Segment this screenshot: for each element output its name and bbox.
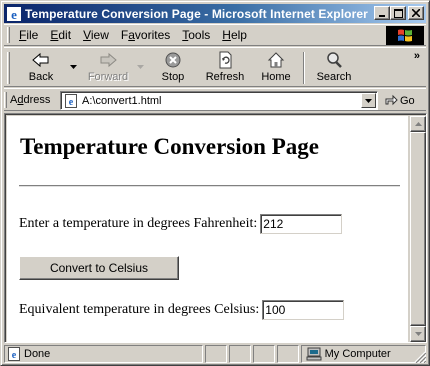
menu-file[interactable]: File	[13, 26, 44, 44]
status-panel	[228, 345, 251, 363]
address-grip	[4, 91, 7, 108]
status-bar: e Done My Computer	[4, 345, 427, 363]
address-input[interactable]: e A:\convert1.html	[60, 91, 378, 110]
vertical-scrollbar[interactable]	[410, 116, 426, 342]
scroll-down-icon	[414, 332, 422, 336]
maximize-button[interactable]	[390, 6, 406, 20]
fahrenheit-row: Enter a temperature in degrees Fahrenhei…	[19, 214, 343, 234]
celsius-label: Equivalent temperature in degrees Celsiu…	[19, 302, 260, 317]
close-button[interactable]	[408, 6, 424, 20]
svg-text:e: e	[69, 97, 74, 108]
menu-edit[interactable]: Edit	[44, 26, 77, 44]
refresh-icon	[217, 50, 233, 70]
close-icon	[412, 9, 420, 17]
browser-window: e Temperature Conversion Page - Microsof…	[0, 0, 430, 366]
scroll-up-icon	[414, 122, 422, 126]
fahrenheit-input[interactable]: 212	[260, 214, 343, 234]
menu-help[interactable]: Help	[216, 26, 253, 44]
search-button[interactable]: Search	[312, 50, 356, 86]
back-arrow-icon	[31, 50, 51, 70]
search-icon	[325, 50, 343, 70]
web-page: Temperature Conversion Page Enter a temp…	[7, 116, 408, 342]
stop-icon	[164, 50, 182, 70]
my-computer-icon	[306, 347, 322, 361]
menu-tools[interactable]: Tools	[176, 26, 216, 44]
celsius-input[interactable]: 100	[262, 300, 345, 320]
stop-button[interactable]: Stop	[152, 50, 194, 86]
address-label: Address	[10, 93, 51, 106]
title-bar[interactable]: e Temperature Conversion Page - Microsof…	[4, 4, 426, 23]
windows-logo-icon	[386, 26, 424, 45]
ie-logo-icon: e	[6, 6, 22, 22]
resize-grip-icon[interactable]	[414, 351, 426, 363]
convert-to-celsius-button[interactable]: Convert to Celsius	[19, 256, 179, 280]
forward-arrow-icon	[98, 50, 118, 70]
svg-text:e: e	[12, 350, 17, 361]
go-arrow-icon	[384, 92, 398, 109]
security-zone-text: My Computer	[324, 348, 391, 360]
toolbar-separator	[303, 52, 305, 84]
back-button[interactable]: Back	[20, 50, 62, 86]
menu-grip	[7, 27, 10, 43]
toolbar-chevron-icon[interactable]: »	[414, 50, 420, 62]
address-dropdown-button[interactable]	[361, 93, 376, 108]
chevron-down-icon	[365, 98, 372, 103]
back-dropdown-icon[interactable]	[70, 65, 77, 69]
status-zone-panel: My Computer	[300, 345, 427, 363]
status-panel	[276, 345, 299, 363]
forward-button[interactable]: Forward	[82, 50, 134, 86]
menu-bar: File Edit View Favorites Tools Help	[4, 24, 426, 46]
minimize-icon	[379, 15, 385, 17]
scroll-up-button[interactable]	[410, 116, 426, 132]
status-panel-main: e Done	[4, 345, 204, 363]
menu-view[interactable]: View	[77, 26, 115, 44]
home-button[interactable]: Home	[256, 50, 296, 86]
address-bar: Address e A:\convert1.html Go	[4, 88, 426, 111]
svg-text:e: e	[11, 7, 17, 21]
page-heading: Temperature Conversion Page	[20, 134, 319, 159]
home-icon	[267, 50, 285, 70]
horizontal-rule	[19, 185, 400, 187]
scroll-thumb[interactable]	[410, 132, 426, 326]
content-frame: Temperature Conversion Page Enter a temp…	[4, 113, 427, 343]
refresh-button[interactable]: Refresh	[202, 50, 248, 86]
fahrenheit-label: Enter a temperature in degrees Fahrenhei…	[19, 216, 258, 231]
standard-toolbar: Back Forward Stop Refresh Home Search »	[4, 47, 426, 87]
status-panel	[252, 345, 275, 363]
status-text: Done	[24, 348, 51, 360]
go-button[interactable]: Go	[384, 92, 415, 109]
page-icon: e	[63, 93, 79, 109]
minimize-button[interactable]	[374, 6, 390, 20]
done-page-icon: e	[7, 347, 21, 361]
status-panel	[205, 345, 227, 363]
forward-dropdown-icon[interactable]	[137, 65, 144, 69]
window-title: Temperature Conversion Page - Microsoft …	[25, 6, 368, 21]
menu-favorites[interactable]: Favorites	[115, 26, 176, 44]
scroll-down-button[interactable]	[410, 326, 426, 342]
toolbar-grip	[7, 52, 10, 84]
maximize-icon	[393, 8, 403, 18]
celsius-row: Equivalent temperature in degrees Celsiu…	[19, 300, 345, 320]
